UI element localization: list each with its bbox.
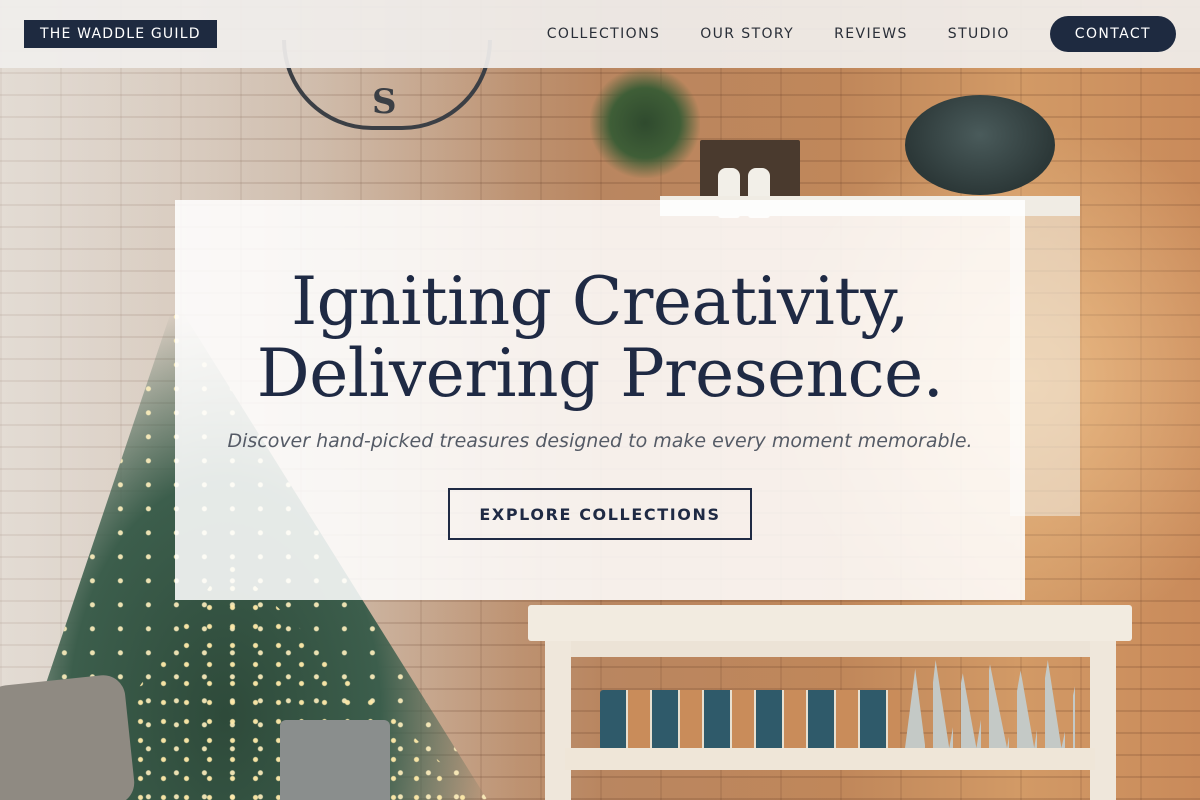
hero-title-line-2: Delivering Presence. xyxy=(256,335,944,412)
hero-title-line-1: Igniting Creativity, xyxy=(291,263,909,340)
display-table-top xyxy=(528,605,1132,641)
product-tins xyxy=(600,690,900,750)
hero-card: Igniting Creativity, Delivering Presence… xyxy=(175,200,1025,600)
nav-link-our-story[interactable]: OUR STORY xyxy=(700,26,794,42)
metal-tub xyxy=(280,720,390,800)
brand-logo[interactable]: THE WADDLE GUILD xyxy=(24,20,217,48)
hero-title: Igniting Creativity, Delivering Presence… xyxy=(256,263,944,412)
explore-collections-button[interactable]: EXPLORE COLLECTIONS xyxy=(448,488,752,540)
hanging-bowl xyxy=(905,95,1055,195)
site-header: THE WADDLE GUILD COLLECTIONS OUR STORY R… xyxy=(0,0,1200,68)
display-table-apron xyxy=(545,641,1115,657)
main-nav: COLLECTIONS OUR STORY REVIEWS STUDIO CON… xyxy=(547,16,1176,52)
display-table-shelf xyxy=(565,748,1095,770)
display-table-leg xyxy=(1090,641,1116,800)
wheel-letter-s: S xyxy=(372,82,397,122)
nav-link-studio[interactable]: STUDIO xyxy=(948,26,1010,42)
nav-link-reviews[interactable]: REVIEWS xyxy=(834,26,908,42)
home-pillow xyxy=(0,673,137,800)
potted-plant xyxy=(590,68,700,178)
contact-button[interactable]: CONTACT xyxy=(1049,16,1176,52)
nav-link-collections[interactable]: COLLECTIONS xyxy=(547,26,660,42)
display-table-leg xyxy=(545,641,571,800)
hero-subtitle: Discover hand-picked treasures designed … xyxy=(227,430,973,452)
